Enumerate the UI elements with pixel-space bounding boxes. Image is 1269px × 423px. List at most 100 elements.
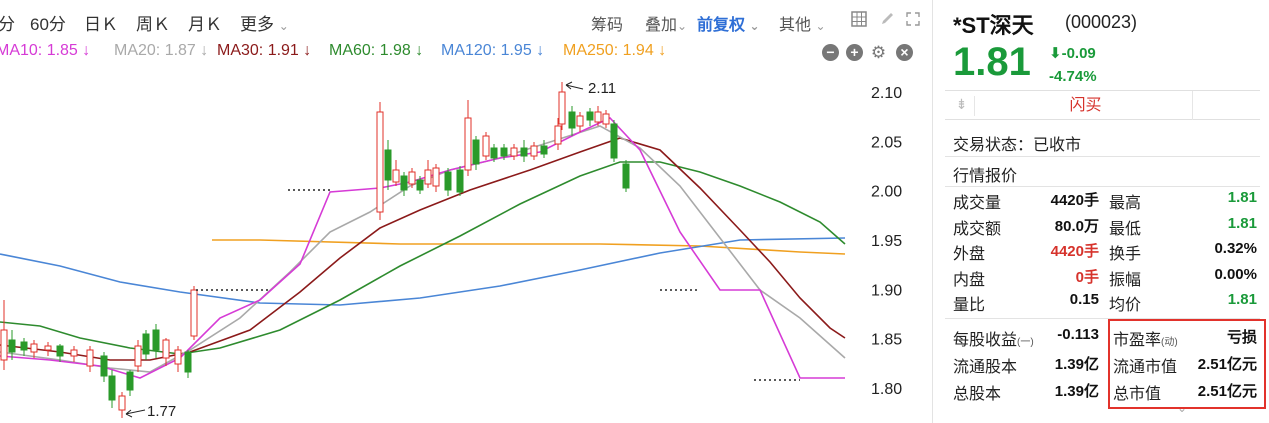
ma30-line bbox=[0, 137, 846, 361]
candle-body bbox=[602, 113, 610, 125]
ma60-value: MA60: 1.98 bbox=[329, 42, 411, 59]
ma20-arrow: ↓ bbox=[200, 42, 209, 59]
candle-body bbox=[432, 167, 440, 187]
candle-body bbox=[190, 289, 198, 337]
candle-body bbox=[86, 349, 94, 367]
ma10-path bbox=[0, 117, 845, 379]
candle-body bbox=[20, 341, 28, 351]
candle-body bbox=[416, 179, 424, 191]
ma20-path bbox=[0, 125, 846, 373]
fund-value: 1.39亿 bbox=[1054, 356, 1099, 373]
other-button[interactable]: 其他 ⌄ bbox=[779, 11, 826, 35]
period-week[interactable]: 周Ｋ bbox=[136, 10, 170, 35]
high-annotation: 2.11 bbox=[588, 80, 616, 97]
fund-value: 1.39亿 bbox=[1054, 383, 1099, 400]
chevron-down-icon: ⌄ bbox=[749, 19, 760, 33]
ma120-label: MA120: 1.95 ↓ bbox=[441, 42, 544, 60]
stat-label: 换手 bbox=[1109, 246, 1142, 264]
ma60-arrow: ↓ bbox=[415, 42, 424, 59]
period-more[interactable]: 更多 ⌄ bbox=[240, 10, 289, 35]
candle-body bbox=[8, 339, 16, 353]
candle-body bbox=[482, 135, 490, 157]
y-tick-label: 1.95 bbox=[871, 233, 902, 250]
chevron-down-icon: ⌄ bbox=[278, 19, 289, 33]
plus-icon[interactable]: + bbox=[846, 44, 863, 61]
candle-body bbox=[384, 149, 392, 181]
stat-label: 量比 bbox=[953, 297, 986, 315]
pen-icon[interactable] bbox=[878, 11, 896, 29]
fund-label-text: 流通股本 bbox=[953, 359, 1018, 376]
fund-label: 每股收益(一) bbox=[953, 326, 1034, 350]
period-more-label: 更多 bbox=[240, 15, 274, 34]
candle-body bbox=[56, 345, 64, 357]
fund-label-text: 总股本 bbox=[953, 386, 1002, 403]
stat-label: 外盘 bbox=[953, 246, 986, 264]
y-tick-label: 2.00 bbox=[871, 184, 902, 201]
candle-body bbox=[520, 147, 528, 157]
ma120-path bbox=[0, 237, 846, 306]
stat-label: 成交量 bbox=[953, 195, 1002, 212]
ma30-path bbox=[0, 137, 846, 361]
candle-body bbox=[70, 349, 78, 357]
overlay-button[interactable]: 叠加⌄ bbox=[645, 11, 687, 35]
minus-icon[interactable]: − bbox=[822, 44, 839, 61]
candle-body bbox=[142, 333, 150, 355]
period-day[interactable]: 日Ｋ bbox=[84, 10, 118, 35]
kline-plot[interactable]: 2.11 1.77 2.10 2.05 2.00 1.95 1.90 1.85 1.80 bbox=[0, 66, 933, 423]
fullscreen-icon[interactable] bbox=[904, 11, 922, 29]
stock-code: (000023) bbox=[1065, 12, 1138, 32]
candle-body bbox=[568, 111, 576, 129]
ma120-value: MA120: 1.95 bbox=[441, 42, 532, 59]
candle-body bbox=[586, 111, 594, 121]
divider bbox=[945, 156, 1260, 157]
y-axis-labels: 2.10 2.05 2.00 1.95 1.90 1.85 1.80 bbox=[871, 85, 902, 398]
period-minute[interactable]: 分 bbox=[0, 10, 15, 35]
chevron-down-icon[interactable]: ⌄ bbox=[1177, 401, 1187, 415]
candle-body bbox=[376, 111, 384, 213]
forward-adjust-button[interactable]: 前复权 ⌄ bbox=[697, 11, 760, 35]
candle-body bbox=[0, 329, 8, 361]
chevron-down-icon: ⌄ bbox=[815, 19, 826, 33]
stock-name: *ST深天 bbox=[953, 13, 1034, 38]
candle-body bbox=[44, 345, 52, 351]
ma60-line bbox=[0, 161, 846, 355]
candle-body bbox=[152, 329, 160, 351]
ma250-value: MA250: 1.94 bbox=[563, 42, 654, 59]
candle-body bbox=[126, 371, 134, 391]
ma20-label: MA20: 1.87 ↓ bbox=[114, 42, 208, 60]
chip-button[interactable]: 筹码 bbox=[591, 11, 623, 35]
grid-icon[interactable] bbox=[850, 11, 868, 29]
gear-icon[interactable]: ⚙ bbox=[870, 44, 887, 61]
stat-label: 均价 bbox=[1109, 297, 1142, 315]
close-icon[interactable]: × bbox=[896, 44, 913, 61]
stat-value: 0.15 bbox=[1069, 291, 1099, 309]
last-price: 1.81 bbox=[953, 40, 1031, 84]
candle-body bbox=[424, 169, 432, 185]
period-month[interactable]: 月Ｋ bbox=[188, 10, 222, 35]
stat-label: 最低 bbox=[1109, 220, 1142, 238]
candle-body bbox=[134, 345, 142, 367]
candle-body bbox=[464, 117, 472, 171]
candle-body bbox=[490, 147, 498, 159]
flash-buy-button[interactable]: 闪买 bbox=[979, 91, 1193, 120]
ma250-arrow: ↓ bbox=[658, 42, 667, 59]
annotations: 2.11 1.77 bbox=[125, 80, 616, 420]
candle-body bbox=[444, 171, 452, 191]
ma30-value: MA30: 1.91 bbox=[217, 42, 299, 59]
ma30-label: MA30: 1.91 ↓ bbox=[217, 42, 311, 60]
chevron-down-icon: ⌄ bbox=[677, 19, 688, 33]
stat-value: 0手 bbox=[1075, 268, 1099, 286]
ma60-label: MA60: 1.98 ↓ bbox=[329, 42, 423, 60]
candle-body bbox=[622, 163, 630, 189]
low-arrow bbox=[125, 409, 146, 418]
stat-value: 1.81 bbox=[1227, 189, 1257, 206]
stat-value: 80.0万 bbox=[1054, 217, 1099, 235]
candle-body bbox=[510, 147, 518, 157]
candle-body bbox=[184, 351, 192, 373]
period-60min[interactable]: 60分 bbox=[30, 10, 66, 35]
y-tick-label: 1.80 bbox=[871, 381, 902, 398]
ma120-line bbox=[0, 237, 846, 306]
ma20-line bbox=[0, 125, 846, 373]
ma20-value: MA20: 1.87 bbox=[114, 42, 196, 59]
double-chevron-icon[interactable]: ⇟ bbox=[949, 96, 975, 116]
